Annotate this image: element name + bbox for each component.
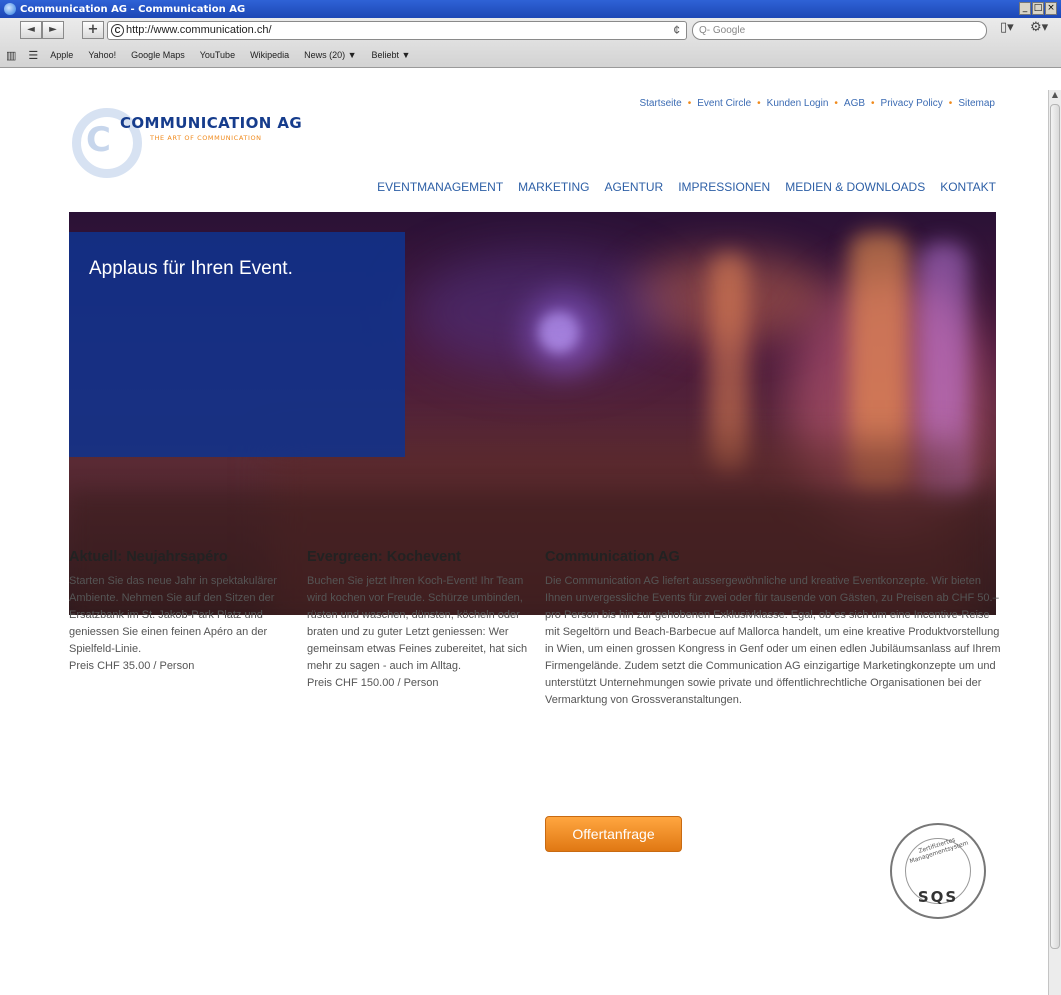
- logo-name[interactable]: COMMUNICATION AG: [120, 114, 302, 132]
- logo-tagline: THE ART OF COMMUNICATION: [150, 134, 262, 142]
- toplink-separator: •: [948, 98, 953, 109]
- news-price: Preis CHF 35.00 / Person: [69, 660, 195, 672]
- nav-kontakt[interactable]: KONTAKT: [940, 180, 996, 194]
- list-icon[interactable]: ☰: [28, 49, 38, 62]
- search-placeholder: Q- Google: [699, 25, 746, 36]
- sqs-label: SQS: [917, 888, 959, 906]
- toplink-sitemap[interactable]: Sitemap: [958, 98, 995, 109]
- top-links: Startseite • Event Circle • Kunden Login…: [639, 98, 995, 109]
- search-input[interactable]: Q- Google: [692, 21, 987, 40]
- close-button[interactable]: ×: [1045, 2, 1057, 15]
- toplink-separator: •: [757, 98, 761, 109]
- bookmark-item[interactable]: Apple: [50, 50, 73, 60]
- reload-icon[interactable]: ¢: [673, 22, 680, 39]
- scroll-up-icon[interactable]: ▲: [1049, 90, 1061, 104]
- main-nav: EVENTMANAGEMENT MARKETING AGENTUR IMPRES…: [377, 180, 996, 194]
- evergreen-price: Preis CHF 150.00 / Person: [307, 677, 439, 689]
- bookmark-item[interactable]: Yahoo!: [88, 50, 116, 60]
- toplink-separator: •: [871, 98, 875, 109]
- browser-toolbar: ◄ ► + C http://www.communication.ch/ ¢ Q…: [0, 18, 1061, 68]
- logo-letter: C: [86, 120, 111, 160]
- toplink-kunden-login[interactable]: Kunden Login: [767, 98, 829, 109]
- scrollbar-thumb[interactable]: [1050, 104, 1060, 949]
- forward-button[interactable]: ►: [42, 21, 64, 39]
- back-button[interactable]: ◄: [20, 21, 42, 39]
- address-url: http://www.communication.ch/: [126, 24, 272, 36]
- bookmark-item[interactable]: YouTube: [200, 50, 235, 60]
- add-bookmark-button[interactable]: +: [82, 21, 104, 39]
- address-bar[interactable]: C http://www.communication.ch/ ¢: [107, 21, 687, 40]
- window-titlebar: Communication AG - Communication AG _ □ …: [0, 0, 1061, 18]
- evergreen-column: Evergreen: Kochevent Buchen Sie jetzt Ih…: [307, 549, 529, 692]
- book-icon[interactable]: ▥: [6, 49, 16, 62]
- window-controls: _ □ ×: [1019, 2, 1057, 15]
- plus-icon: +: [87, 22, 99, 37]
- evergreen-title[interactable]: Evergreen: Kochevent: [307, 549, 529, 565]
- bookmarks-bar: ▥ ☰ Apple Yahoo! Google Maps YouTube Wik…: [0, 45, 425, 65]
- globe-icon: [4, 3, 16, 15]
- minimize-button[interactable]: _: [1019, 2, 1031, 15]
- nav-medien-downloads[interactable]: MEDIEN & DOWNLOADS: [785, 180, 925, 194]
- company-title: Communication AG: [545, 549, 680, 565]
- hero-title: Applaus für Ihren Event.: [89, 258, 293, 279]
- bookmark-item[interactable]: Google Maps: [131, 50, 185, 60]
- toplink-startseite[interactable]: Startseite: [639, 98, 681, 109]
- toplink-agb[interactable]: AGB: [844, 98, 865, 109]
- site-icon: C: [111, 24, 124, 37]
- news-text: Starten Sie das neue Jahr in spektakulär…: [69, 575, 277, 655]
- company-column: Communication AG Die Communication AG li…: [545, 549, 1005, 709]
- bookmark-item[interactable]: Beliebt ▼: [372, 50, 411, 60]
- nav-eventmanagement[interactable]: EVENTMANAGEMENT: [377, 180, 503, 194]
- nav-impressionen[interactable]: IMPRESSIONEN: [678, 180, 770, 194]
- news-title[interactable]: Aktuell: Neujahrsapéro: [69, 549, 284, 565]
- nav-agentur[interactable]: AGENTUR: [605, 180, 664, 194]
- back-icon: ◄: [27, 24, 35, 35]
- offer-request-button[interactable]: Offertanfrage: [545, 816, 682, 852]
- gear-menu-icon[interactable]: ⚙▾: [1030, 20, 1048, 35]
- bookmark-item[interactable]: Wikipedia: [250, 50, 289, 60]
- bookmark-item[interactable]: News (20) ▼: [304, 50, 356, 60]
- page-menu-icon[interactable]: ▯▾: [1000, 20, 1014, 35]
- news-column: Aktuell: Neujahrsapéro Starten Sie das n…: [69, 549, 284, 675]
- web-page: C COMMUNICATION AG THE ART OF COMMUNICAT…: [0, 90, 1048, 995]
- toplink-privacy-policy[interactable]: Privacy Policy: [881, 98, 943, 109]
- hero-overlay: Applaus für Ihren Event.: [69, 232, 405, 457]
- forward-icon: ►: [49, 24, 57, 35]
- maximize-button[interactable]: □: [1032, 2, 1044, 15]
- toplink-separator: •: [687, 98, 692, 109]
- toplink-event-circle[interactable]: Event Circle: [697, 98, 751, 109]
- nav-marketing[interactable]: MARKETING: [518, 180, 589, 194]
- toplink-separator: •: [834, 98, 838, 109]
- page-scrollbar[interactable]: ▲: [1048, 90, 1061, 995]
- evergreen-text: Buchen Sie jetzt Ihren Koch-Event! Ihr T…: [307, 575, 528, 672]
- window-title: Communication AG - Communication AG: [20, 3, 246, 15]
- company-text: Die Communication AG liefert aussergewöh…: [545, 575, 1001, 706]
